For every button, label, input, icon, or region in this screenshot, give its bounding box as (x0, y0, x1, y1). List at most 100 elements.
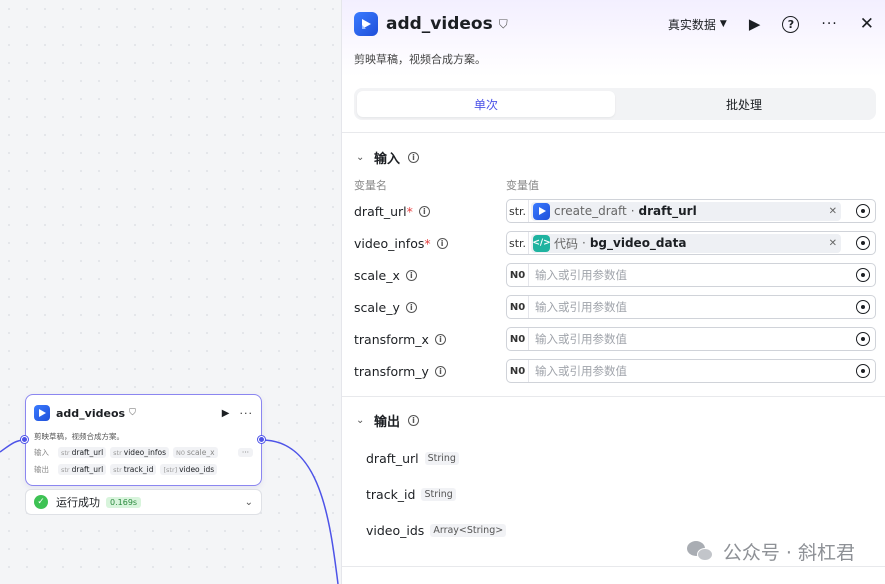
node-header: add_videos ⛉ ▶ ··· (34, 403, 253, 423)
param-value-field[interactable]: N0 输入或引用参数值 (506, 359, 876, 383)
output-item: draft_url String (366, 449, 459, 467)
required-mark: * (424, 235, 431, 251)
param-label: scale_x i (354, 263, 417, 287)
output-section-header[interactable]: ⌄ 输出 i (356, 411, 420, 430)
workflow-canvas[interactable]: add_videos ⛉ ▶ ··· 剪映草稿，视频合成方案。 输入 str dr… (0, 0, 342, 584)
info-icon[interactable]: i (434, 333, 446, 345)
input-section-header[interactable]: ⌄ 输入 i (356, 148, 420, 167)
type-badge[interactable]: N0 (507, 360, 529, 382)
plugin-logo-icon (354, 12, 378, 36)
watermark: 公众号 · 斜杠君 (686, 538, 855, 565)
output-type-badge: String (421, 487, 456, 501)
param-label: transform_x i (354, 327, 446, 351)
param-value-field[interactable]: N0 输入或引用参数值 (506, 263, 876, 287)
node-run-button[interactable]: ▶ (222, 408, 230, 419)
variable-reference-chip[interactable]: </> 代码 · bg_video_data ✕ (531, 233, 841, 253)
param-input[interactable]: 输入或引用参数值 (535, 331, 627, 347)
node-title: add_videos (56, 406, 126, 420)
param-label: draft_url * i (354, 199, 430, 223)
tab-single[interactable]: 单次 (357, 91, 615, 117)
node-outputs-label: 输出 (34, 465, 49, 474)
column-header-name: 变量名 (354, 179, 387, 192)
param-input[interactable]: 输入或引用参数值 (535, 299, 627, 315)
chevron-down-icon[interactable]: ⌄ (356, 415, 366, 426)
node-inputs-more[interactable]: ··· (237, 448, 253, 457)
required-mark: * (406, 203, 413, 219)
panel-title: add_videos (386, 14, 493, 34)
divider (342, 396, 885, 397)
param-label: transform_y i (354, 359, 446, 383)
plugin-logo-icon (533, 202, 550, 220)
data-mode-select[interactable]: 真实数据 ▼ (668, 16, 727, 33)
variable-picker-icon[interactable] (856, 300, 870, 314)
run-status-text: 运行成功 (56, 496, 100, 509)
chevron-down-icon[interactable]: ⌄ (245, 497, 253, 508)
code-node-icon: </> (532, 234, 551, 252)
clear-reference-icon[interactable]: ✕ (829, 206, 837, 217)
type-badge[interactable]: str. (507, 232, 529, 254)
param-row-transform-x: transform_x i N0 输入或引用参数值 (354, 327, 878, 351)
more-menu-button[interactable]: ··· (821, 16, 837, 32)
param-row-scale-x: scale_x i N0 输入或引用参数值 (354, 263, 878, 287)
type-badge[interactable]: N0 (507, 264, 529, 286)
close-icon[interactable]: ✕ (860, 14, 874, 34)
type-badge[interactable]: N0 (507, 328, 529, 350)
info-icon[interactable]: i (418, 205, 430, 217)
node-output-tag: str draft_url (58, 464, 107, 475)
outgoing-edge[interactable] (261, 439, 339, 584)
variable-picker-icon[interactable] (856, 204, 870, 218)
param-value-field[interactable]: str. </> 代码 · bg_video_data ✕ (506, 231, 876, 255)
wechat-icon (686, 540, 715, 563)
param-value-field[interactable]: N0 输入或引用参数值 (506, 327, 876, 351)
info-icon[interactable]: i (405, 269, 417, 281)
variable-picker-icon[interactable] (856, 364, 870, 378)
watermark-text: 公众号 · 斜杠君 (722, 542, 855, 564)
param-row-draft-url: draft_url * i str. create_draft · draft_u… (354, 199, 878, 223)
type-badge[interactable]: N0 (507, 296, 529, 318)
info-icon[interactable]: i (434, 365, 446, 377)
node-inputs-label: 输入 (34, 448, 49, 457)
clear-reference-icon[interactable]: ✕ (829, 238, 837, 249)
info-icon[interactable]: i (408, 415, 420, 426)
node-input-tag: str video_infos (110, 447, 169, 458)
output-item: track_id String (366, 485, 456, 503)
variable-reference-chip[interactable]: create_draft · draft_url ✕ (531, 201, 841, 221)
help-icon[interactable]: ? (782, 15, 800, 33)
param-row-video-infos: video_infos * i str. </> 代码 · bg_video_da… (354, 231, 878, 255)
node-input-port[interactable] (21, 436, 28, 443)
panel-description: 剪映草稿，视频合成方案。 (354, 53, 486, 66)
panel-header: add_videos ⛉ 真实数据 ▼ ▶ ? ··· ✕ 剪映草稿，视频合成方案… (342, 0, 885, 77)
node-output-tag: [str] video_ids (160, 464, 218, 475)
node-output-tag: str track_id (110, 464, 157, 475)
node-more-button[interactable]: ··· (240, 407, 254, 420)
output-type-badge: String (424, 451, 459, 465)
run-time-badge: 0.169s (106, 496, 142, 508)
run-status-bar[interactable]: ✓ 运行成功 0.169s ⌄ (25, 489, 262, 515)
variable-picker-icon[interactable] (856, 268, 870, 282)
node-output-port[interactable] (258, 436, 265, 443)
success-check-icon: ✓ (34, 495, 48, 509)
info-icon[interactable]: i (436, 237, 448, 249)
input-section-title: 输入 (374, 152, 401, 167)
column-header-value: 变量值 (506, 179, 539, 192)
divider (342, 132, 885, 133)
run-button[interactable]: ▶ (749, 15, 761, 33)
caret-down-icon: ▼ (719, 19, 727, 29)
param-input[interactable]: 输入或引用参数值 (535, 267, 627, 283)
param-row-scale-y: scale_y i N0 输入或引用参数值 (354, 295, 878, 319)
node-outputs-row: 输出 str draft_url str track_id [str] video_i… (34, 463, 253, 476)
param-input[interactable]: 输入或引用参数值 (535, 363, 627, 379)
node-inputs-row: 输入 str draft_url str video_infos N0 scale_x… (34, 446, 253, 459)
variable-picker-icon[interactable] (856, 332, 870, 346)
workflow-node-add-videos[interactable]: add_videos ⛉ ▶ ··· 剪映草稿，视频合成方案。 输入 str dr… (25, 394, 262, 486)
type-badge[interactable]: str. (507, 200, 529, 222)
param-value-field[interactable]: N0 输入或引用参数值 (506, 295, 876, 319)
tab-batch[interactable]: 批处理 (615, 91, 873, 117)
info-icon[interactable]: i (408, 152, 420, 163)
variable-picker-icon[interactable] (856, 236, 870, 250)
node-config-panel: add_videos ⛉ 真实数据 ▼ ▶ ? ··· ✕ 剪映草稿，视频合成方案… (341, 0, 885, 584)
output-type-badge: Array<String> (430, 523, 507, 537)
chevron-down-icon[interactable]: ⌄ (356, 152, 366, 163)
info-icon[interactable]: i (405, 301, 417, 313)
param-value-field[interactable]: str. create_draft · draft_url ✕ (506, 199, 876, 223)
